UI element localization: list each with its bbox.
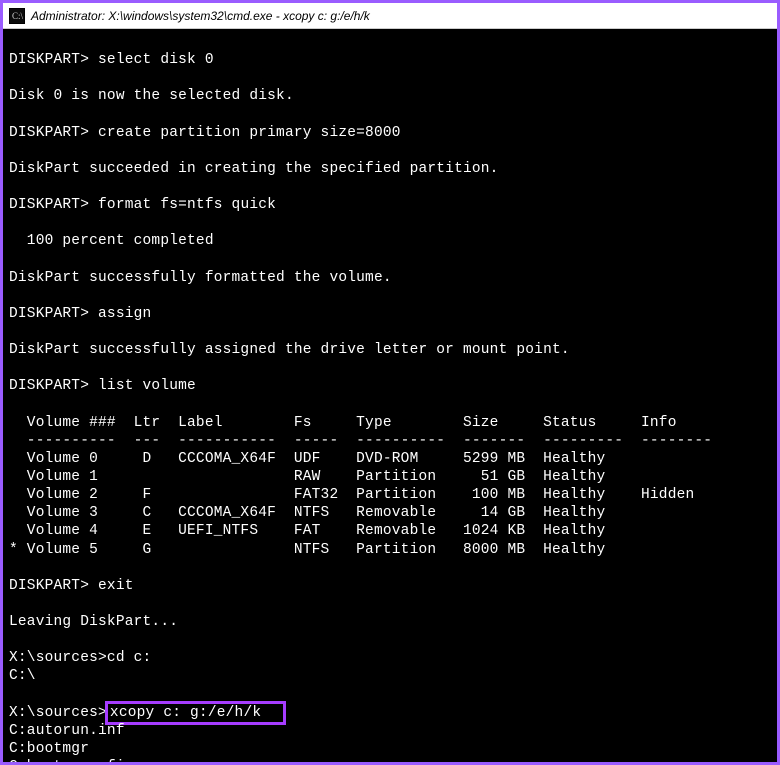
window-title: Administrator: X:\windows\system32\cmd.e… xyxy=(31,9,370,23)
diskpart-prompt: DISKPART> xyxy=(9,306,98,322)
titlebar[interactable]: C:\ Administrator: X:\windows\system32\c… xyxy=(3,3,777,29)
highlighted-command: xcopy c: g:/e/h/k xyxy=(105,701,286,725)
volume-row: * Volume 5 G NTFS Partition 8000 MB Heal… xyxy=(9,542,605,558)
cmd-select-disk: select disk 0 xyxy=(98,52,214,68)
output-line: DiskPart successfully formatted the volu… xyxy=(9,270,392,286)
shell-prompt: X:\sources> xyxy=(9,650,107,666)
cmd-create-partition: create partition primary size=8000 xyxy=(98,125,401,141)
shell-prompt: X:\sources> xyxy=(9,705,107,721)
terminal-output[interactable]: DISKPART> select disk 0 Disk 0 is now th… xyxy=(3,29,777,762)
cmd-cd: cd c: xyxy=(107,650,152,666)
cmd-icon: C:\ xyxy=(9,8,25,24)
diskpart-prompt: DISKPART> xyxy=(9,52,98,68)
volume-row: Volume 4 E UEFI_NTFS FAT Removable 1024 … xyxy=(9,523,605,539)
cmd-assign: assign xyxy=(98,306,151,322)
cmd-exit: exit xyxy=(98,578,134,594)
diskpart-prompt: DISKPART> xyxy=(9,578,98,594)
diskpart-prompt: DISKPART> xyxy=(9,378,98,394)
diskpart-prompt: DISKPART> xyxy=(9,125,98,141)
volume-row: Volume 0 D CCCOMA_X64F UDF DVD-ROM 5299 … xyxy=(9,451,605,467)
volume-row: Volume 3 C CCCOMA_X64F NTFS Removable 14… xyxy=(9,505,605,521)
volume-table-header: Volume ### Ltr Label Fs Type Size Status… xyxy=(9,415,677,431)
file-line: C:bootmgr.efi xyxy=(9,759,125,762)
output-line: Leaving DiskPart... xyxy=(9,614,178,630)
output-line: Disk 0 is now the selected disk. xyxy=(9,88,294,104)
file-line: C:bootmgr xyxy=(9,741,89,757)
volume-table-divider: ---------- --- ----------- ----- -------… xyxy=(9,433,712,449)
output-line: 100 percent completed xyxy=(9,233,214,249)
diskpart-prompt: DISKPART> xyxy=(9,197,98,213)
volume-row: Volume 1 RAW Partition 51 GB Healthy xyxy=(9,469,605,485)
output-line: C:\ xyxy=(9,668,36,684)
output-line: DiskPart successfully assigned the drive… xyxy=(9,342,570,358)
cmd-list-volume: list volume xyxy=(98,378,196,394)
cmd-format: format fs=ntfs quick xyxy=(98,197,276,213)
cmd-window: C:\ Administrator: X:\windows\system32\c… xyxy=(0,0,780,765)
svg-text:C:\: C:\ xyxy=(12,11,24,21)
volume-row: Volume 2 F FAT32 Partition 100 MB Health… xyxy=(9,487,694,503)
file-line: C:autorun.inf xyxy=(9,723,125,739)
output-line: DiskPart succeeded in creating the speci… xyxy=(9,161,499,177)
